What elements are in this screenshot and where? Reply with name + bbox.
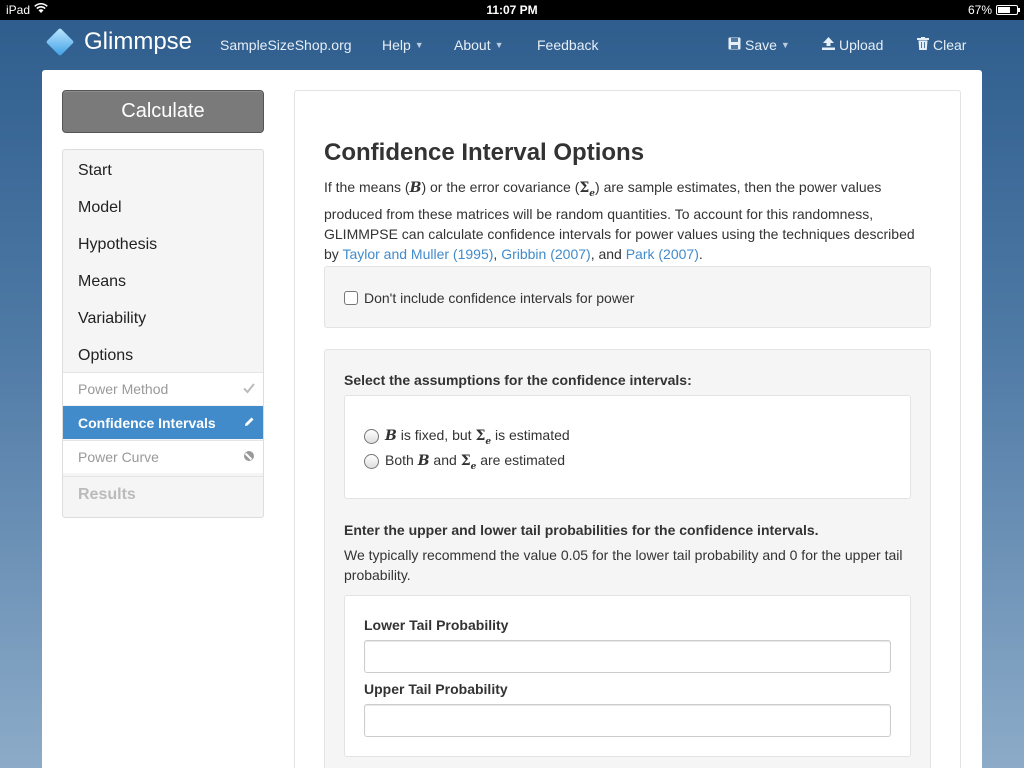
wifi-icon bbox=[34, 2, 48, 17]
diamond-logo-icon bbox=[45, 27, 75, 57]
sidebar-subitem-power-curve[interactable]: Power Curve bbox=[63, 440, 263, 473]
matrix-b-symbol: B bbox=[409, 180, 422, 196]
sidebar-item-variability[interactable]: Variability bbox=[63, 303, 263, 335]
ban-icon bbox=[243, 449, 255, 465]
intro-text-1: If the means ( bbox=[324, 179, 410, 195]
top-navbar: Glimmpse SampleSizeShop.org Help ▼ About… bbox=[0, 20, 1024, 70]
nav-samplesizeshop-link[interactable]: SampleSizeShop.org bbox=[220, 37, 352, 53]
option-both-estimated-label: Both B and Σe are estimated bbox=[385, 452, 566, 472]
status-bar: iPad 11:07 PM 67% bbox=[0, 0, 1024, 20]
caret-down-icon: ▼ bbox=[780, 40, 790, 50]
nav-help-label: Help bbox=[382, 37, 411, 53]
checkmark-icon bbox=[243, 381, 255, 397]
sidebar-item-results[interactable]: Results bbox=[63, 476, 263, 512]
sidebar-subitem-power-method[interactable]: Power Method bbox=[63, 372, 263, 405]
device-label: iPad bbox=[6, 3, 31, 17]
option-b-fixed-radio[interactable] bbox=[364, 429, 379, 445]
gribbin-link[interactable]: Gribbin (2007) bbox=[501, 246, 591, 262]
floppy-disk-icon bbox=[728, 37, 741, 53]
nav-about-dropdown[interactable]: About ▼ bbox=[454, 37, 504, 53]
sidebar-item-model[interactable]: Model bbox=[63, 192, 263, 224]
caret-down-icon: ▼ bbox=[414, 40, 424, 50]
brand-name: Glimmpse bbox=[84, 28, 193, 55]
save-dropdown[interactable]: Save ▼ bbox=[728, 37, 790, 53]
sidebar-subitem-confidence-intervals[interactable]: Confidence Intervals bbox=[63, 406, 263, 439]
exclude-ci-option[interactable]: Don't include confidence intervals for p… bbox=[344, 290, 634, 306]
trash-icon bbox=[917, 37, 929, 53]
lower-tail-label: Lower Tail Probability bbox=[364, 617, 509, 633]
upload-button[interactable]: Upload bbox=[822, 37, 883, 53]
clear-button[interactable]: Clear bbox=[917, 37, 966, 53]
brand-logo[interactable]: Glimmpse bbox=[45, 27, 193, 57]
exclude-ci-label: Don't include confidence intervals for p… bbox=[364, 290, 635, 306]
ci-options-well: Select the assumptions for the confidenc… bbox=[324, 349, 931, 768]
option-b-fixed[interactable]: B is fixed, but Σe is estimated bbox=[364, 427, 570, 447]
confidence-intervals-label: Confidence Intervals bbox=[78, 415, 216, 431]
status-left: iPad bbox=[6, 2, 48, 17]
intro-text-2: ) or the error covariance ( bbox=[421, 179, 580, 195]
calculate-button[interactable]: Calculate bbox=[62, 90, 264, 133]
option-both-estimated-radio[interactable] bbox=[364, 454, 379, 470]
sidebar-item-start[interactable]: Start bbox=[63, 155, 263, 187]
tail-probabilities-box: Lower Tail Probability Upper Tail Probab… bbox=[344, 595, 911, 757]
upper-tail-input[interactable] bbox=[364, 704, 891, 737]
tail-help-text: We typically recommend the value 0.05 fo… bbox=[344, 547, 903, 583]
content-panel: Confidence Interval Options If the means… bbox=[294, 90, 961, 768]
battery-icon bbox=[996, 5, 1020, 15]
page-title: Confidence Interval Options bbox=[324, 139, 645, 166]
tail-heading: Enter the upper and lower tail probabili… bbox=[344, 522, 819, 538]
caret-down-icon: ▼ bbox=[494, 40, 504, 50]
power-method-label: Power Method bbox=[78, 381, 169, 397]
clear-label: Clear bbox=[933, 37, 967, 53]
taylor-muller-link[interactable]: Taylor and Muller (1995) bbox=[342, 246, 493, 262]
lower-tail-input[interactable] bbox=[364, 640, 891, 673]
sidebar-item-hypothesis[interactable]: Hypothesis bbox=[63, 229, 263, 261]
intro-paragraph: If the means (B) or the error covariance… bbox=[324, 179, 915, 262]
pencil-icon bbox=[243, 415, 255, 431]
save-label: Save bbox=[745, 37, 777, 53]
upload-icon bbox=[822, 37, 835, 53]
sigma-e-symbol: Σe bbox=[579, 180, 596, 199]
park-link[interactable]: Park (2007) bbox=[626, 246, 699, 262]
nav-feedback-link[interactable]: Feedback bbox=[537, 37, 598, 53]
nav-about-label: About bbox=[454, 37, 491, 53]
status-time: 11:07 PM bbox=[486, 3, 538, 17]
option-both-estimated[interactable]: Both B and Σe are estimated bbox=[364, 452, 565, 472]
power-curve-label: Power Curve bbox=[78, 449, 159, 465]
upload-label: Upload bbox=[839, 37, 884, 53]
assumptions-box: B is fixed, but Σe is estimated Both B a… bbox=[344, 395, 911, 499]
upper-tail-label: Upper Tail Probability bbox=[364, 681, 508, 697]
sidebar-item-means[interactable]: Means bbox=[63, 266, 263, 298]
assumptions-heading: Select the assumptions for the confidenc… bbox=[344, 372, 692, 388]
exclude-ci-well: Don't include confidence intervals for p… bbox=[324, 266, 931, 328]
sidebar-nav: Start Model Hypothesis Means Variability… bbox=[62, 149, 264, 518]
main-container: Calculate Start Model Hypothesis Means V… bbox=[42, 70, 982, 768]
sidebar-item-options[interactable]: Options bbox=[63, 340, 263, 372]
status-right: 67% bbox=[967, 3, 1020, 17]
nav-help-dropdown[interactable]: Help ▼ bbox=[382, 37, 424, 53]
option-b-fixed-label: B is fixed, but Σe is estimated bbox=[385, 427, 570, 447]
battery-percent: 67% bbox=[967, 3, 992, 17]
exclude-ci-checkbox[interactable] bbox=[344, 291, 358, 305]
